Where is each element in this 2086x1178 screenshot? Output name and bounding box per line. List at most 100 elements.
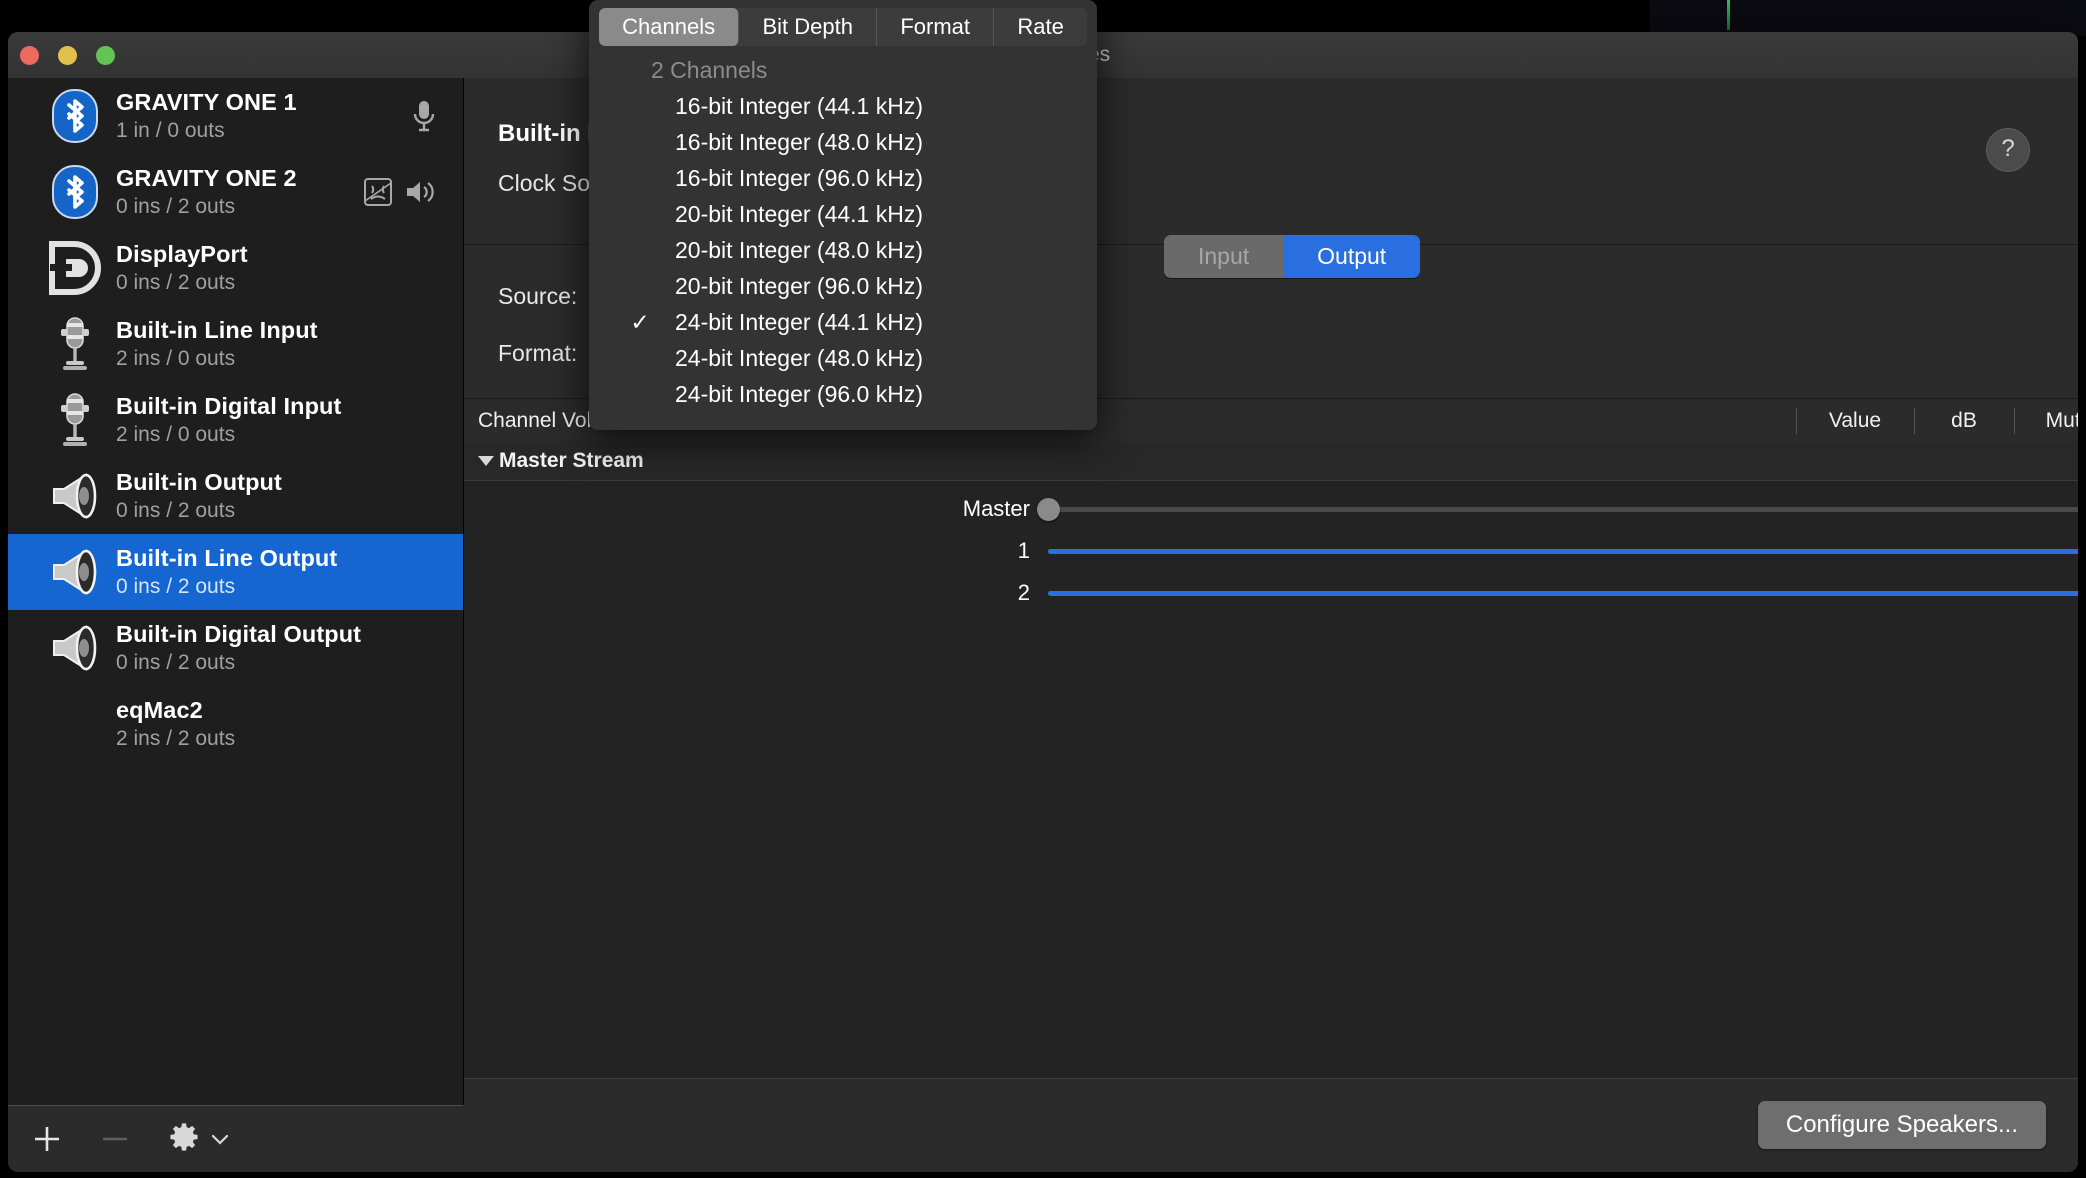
device-status-badges	[411, 99, 437, 133]
slider-fill	[1048, 591, 2078, 596]
device-text: eqMac2 2 ins / 2 outs	[116, 696, 235, 753]
popup-menu-item[interactable]: 20-bit Integer (44.1 kHz)	[589, 196, 1097, 232]
desktop-accent-line	[1727, 0, 1730, 30]
popup-menu-item-label: 20-bit Integer (96.0 kHz)	[675, 273, 924, 299]
minimize-button[interactable]	[58, 46, 77, 65]
channel-row: 21.00.0	[464, 572, 2078, 614]
popup-tab-rate[interactable]: Rate	[994, 8, 1087, 46]
add-device-button[interactable]	[30, 1122, 64, 1156]
device-name: eqMac2	[116, 696, 203, 723]
device-name: Built-in Line Output	[116, 544, 338, 571]
device-text: Built-in Line Input 2 ins / 0 outs	[116, 316, 318, 373]
popup-menu-item-label: 20-bit Integer (48.0 kHz)	[675, 237, 924, 263]
finder-sound-effects-icon	[363, 177, 393, 207]
device-list-item[interactable]: Built-in Line Output 0 ins / 2 outs	[8, 534, 463, 610]
microphone-device-icon	[44, 313, 106, 375]
popup-menu-item[interactable]: 24-bit Integer (96.0 kHz)	[589, 376, 1097, 412]
popup-menu-item-label: 20-bit Integer (44.1 kHz)	[675, 201, 924, 227]
device-io-summary: 0 ins / 2 outs	[116, 575, 236, 599]
disclosure-triangle-icon[interactable]	[478, 456, 494, 466]
channel-label: 2	[1017, 580, 1030, 605]
popup-menu-item[interactable]: 20-bit Integer (96.0 kHz)	[589, 268, 1097, 304]
device-list-item[interactable]: eqMac2 2 ins / 2 outs	[8, 686, 463, 762]
device-name: DisplayPort	[116, 240, 248, 267]
column-value: Value	[1828, 409, 1882, 432]
device-list-item[interactable]: Built-in Output 0 ins / 2 outs	[8, 458, 463, 534]
device-io-summary: 0 ins / 2 outs	[116, 651, 236, 675]
help-button[interactable]: ?	[1986, 128, 2030, 172]
device-name: GRAVITY ONE 2	[116, 164, 297, 191]
configure-speakers-button[interactable]: Configure Speakers...	[1757, 1101, 2046, 1149]
content-bottom-bar: Configure Speakers...	[464, 1078, 2078, 1172]
device-io-summary: 0 ins / 2 outs	[116, 499, 236, 523]
device-name: Built-in Output	[116, 468, 282, 495]
popup-menu-item-label: 16-bit Integer (44.1 kHz)	[675, 93, 924, 119]
device-list-item[interactable]: GRAVITY ONE 2 0 ins / 2 outs	[8, 154, 463, 230]
popup-tab-bit-depth[interactable]: Bit Depth	[739, 8, 878, 46]
device-io-summary: 0 ins / 2 outs	[116, 195, 236, 219]
device-list-sidebar[interactable]: GRAVITY ONE 1 1 in / 0 outs GRAVITY ONE 2…	[8, 78, 464, 1106]
displayport-icon	[44, 237, 106, 299]
slider-track[interactable]	[1048, 507, 2078, 512]
popup-menu-item[interactable]: 20-bit Integer (48.0 kHz)	[589, 232, 1097, 268]
popup-menu-item[interactable]: 16-bit Integer (48.0 kHz)	[589, 124, 1097, 160]
tab-input[interactable]: Input	[1164, 235, 1284, 278]
action-menu-button[interactable]	[166, 1121, 232, 1157]
popup-menu-item-label: 24-bit Integer (48.0 kHz)	[675, 345, 924, 371]
bluetooth-icon	[44, 85, 106, 147]
device-list: GRAVITY ONE 1 1 in / 0 outs GRAVITY ONE 2…	[8, 78, 463, 762]
slider-knob[interactable]	[1037, 498, 1060, 521]
device-list-item[interactable]: Built-in Digital Output 0 ins / 2 outs	[8, 610, 463, 686]
device-name: Built-in Line Input	[116, 316, 318, 343]
popup-item-list[interactable]: 2 Channels 16-bit Integer (44.1 kHz) 16-bi…	[589, 52, 1097, 430]
popup-menu-item[interactable]: 16-bit Integer (44.1 kHz)	[589, 88, 1097, 124]
device-text: Built-in Output 0 ins / 2 outs	[116, 468, 282, 525]
device-io-summary: 0 ins / 2 outs	[116, 271, 236, 295]
screen: Audio Devices GRAVITY ONE 11 in / 0 outs…	[0, 0, 2086, 1178]
device-list-item[interactable]: DisplayPort 0 ins / 2 outs	[8, 230, 463, 306]
device-name: Built-in Digital Input	[116, 392, 342, 419]
device-list-item[interactable]: Built-in Line Input 2 ins / 0 outs	[8, 306, 463, 382]
remove-device-button[interactable]	[98, 1122, 132, 1156]
volume-slider[interactable]	[1037, 488, 2078, 530]
popup-section-header: 2 Channels	[651, 57, 768, 83]
zoom-button[interactable]	[96, 46, 115, 65]
speaker-device-icon	[44, 617, 106, 679]
speaker-output-icon	[405, 178, 437, 206]
popup-tab-channels[interactable]: Channels	[599, 8, 740, 46]
device-list-item[interactable]: Built-in Digital Input 2 ins / 0 outs	[8, 382, 463, 458]
device-io-summary: 2 ins / 2 outs	[116, 727, 236, 751]
popup-menu-item[interactable]: 16-bit Integer (96.0 kHz)	[589, 160, 1097, 196]
device-io-summary: 2 ins / 0 outs	[116, 347, 236, 371]
device-text: GRAVITY ONE 2 0 ins / 2 outs	[116, 164, 297, 221]
popup-tab-format[interactable]: Format	[877, 8, 995, 46]
source-label: Source:	[498, 283, 578, 309]
popup-menu-item-label: 16-bit Integer (96.0 kHz)	[675, 165, 924, 191]
popup-menu-item-label: 24-bit Integer (44.1 kHz)	[675, 309, 924, 335]
channel-row: Master	[464, 488, 2078, 530]
volume-slider[interactable]	[1048, 530, 2078, 572]
device-text: Built-in Line Output 0 ins / 2 outs	[116, 544, 337, 601]
traffic-lights	[20, 46, 115, 65]
popup-menu-item[interactable]: 24-bit Integer (48.0 kHz)	[589, 340, 1097, 376]
direction-segmented-control[interactable]: Input Output	[1164, 235, 1421, 278]
bluetooth-icon	[44, 161, 106, 223]
device-name: Built-in Digital Output	[116, 620, 362, 647]
device-status-badges	[363, 177, 437, 207]
microphone-icon	[411, 99, 437, 133]
close-button[interactable]	[20, 46, 39, 65]
volume-slider[interactable]	[1048, 572, 2078, 614]
format-popup-menu[interactable]: Channels Bit Depth Format Rate 2 Channels 16…	[589, 0, 1097, 430]
device-list-item[interactable]: GRAVITY ONE 1 1 in / 0 outs	[8, 78, 463, 154]
tab-output[interactable]: Output	[1283, 235, 1421, 278]
device-text: Built-in Digital Input 2 ins / 0 outs	[116, 392, 341, 449]
device-text: Built-in Digital Output 0 ins / 2 outs	[116, 620, 361, 677]
popup-menu-item-label: 16-bit Integer (48.0 kHz)	[675, 129, 924, 155]
popup-menu-item[interactable]: ✓ 24-bit Integer (44.1 kHz)	[589, 304, 1097, 340]
device-text: DisplayPort 0 ins / 2 outs	[116, 240, 248, 297]
popup-tab-bar[interactable]: Channels Bit Depth Format Rate	[599, 8, 1087, 46]
speaker-device-icon	[44, 541, 106, 603]
stream-group-row[interactable]: Master Stream	[464, 442, 2078, 481]
speaker-device-icon	[44, 465, 106, 527]
format-label: Format:	[498, 340, 578, 366]
